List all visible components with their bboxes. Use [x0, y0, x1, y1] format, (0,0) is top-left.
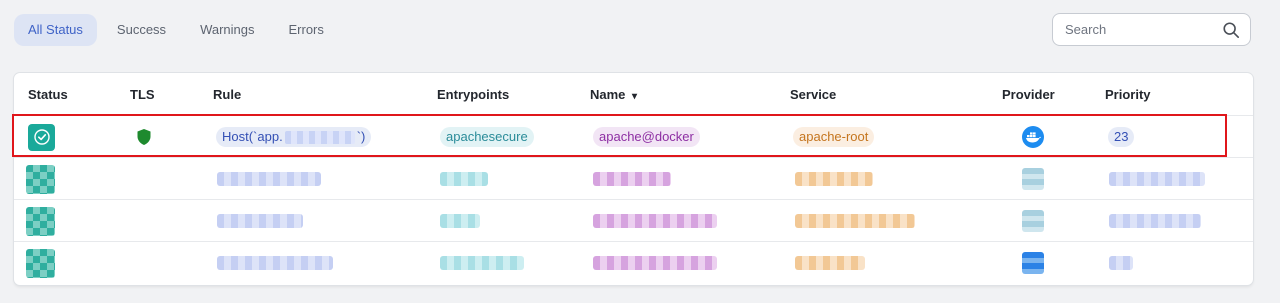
tab-all-status[interactable]: All Status: [14, 14, 97, 46]
status-filter-tabs: All Status Success Warnings Errors: [14, 14, 338, 46]
status-icon: [26, 248, 55, 278]
redacted-entrypoints: [440, 172, 488, 186]
tab-success[interactable]: Success: [103, 14, 180, 46]
redacted-name: [593, 172, 671, 186]
redacted-rule: [217, 256, 333, 270]
provider-icon: [1022, 210, 1044, 232]
redacted-text: [284, 131, 355, 145]
col-name-label: Name: [590, 87, 626, 102]
redacted-priority: [1109, 172, 1205, 186]
status-icon: [26, 164, 55, 194]
col-rule[interactable]: Rule: [213, 87, 241, 102]
status-success-icon: [28, 123, 55, 151]
redacted-rule: [217, 172, 321, 186]
routers-table: Status TLS Rule Entrypoints Name ▾ Servi…: [14, 73, 1253, 285]
priority-chip[interactable]: 23: [1108, 127, 1135, 147]
table-row[interactable]: [14, 241, 1253, 284]
search-box: [1052, 13, 1251, 46]
sort-desc-icon: ▾: [632, 91, 638, 102]
entrypoint-chip[interactable]: apachesecure: [440, 127, 534, 147]
provider-icon: [1022, 168, 1044, 190]
redacted-service: [795, 214, 915, 228]
col-service[interactable]: Service: [790, 87, 836, 102]
tls-shield-icon: [137, 129, 151, 145]
router-name-chip[interactable]: apache@docker: [593, 127, 700, 147]
redacted-rule: [217, 214, 303, 228]
col-status[interactable]: Status: [28, 87, 68, 102]
col-tls[interactable]: TLS: [130, 87, 155, 102]
redacted-priority: [1109, 214, 1201, 228]
search-input[interactable]: [1063, 21, 1217, 38]
redacted-entrypoints: [440, 214, 480, 228]
col-name[interactable]: Name ▾: [590, 87, 637, 102]
search-icon[interactable]: [1222, 21, 1240, 39]
rule-chip[interactable]: Host(`app. `): [216, 127, 372, 147]
col-priority[interactable]: Priority: [1105, 87, 1151, 102]
redacted-priority: [1109, 256, 1133, 270]
redacted-name: [593, 214, 717, 228]
redacted-service: [795, 256, 865, 270]
tab-warnings[interactable]: Warnings: [186, 14, 268, 46]
docker-provider-icon: [1022, 126, 1044, 148]
table-row[interactable]: Host(`app. `) apachesecure apache@docker …: [14, 115, 1253, 158]
tab-errors[interactable]: Errors: [275, 14, 338, 46]
table-row[interactable]: [14, 199, 1253, 242]
col-entrypoints[interactable]: Entrypoints: [437, 87, 509, 102]
redacted-service: [795, 172, 873, 186]
rule-prefix: Host(`app.: [222, 129, 283, 144]
col-provider[interactable]: Provider: [1002, 87, 1055, 102]
rule-suffix: `): [356, 129, 366, 144]
table-row[interactable]: [14, 157, 1253, 200]
redacted-entrypoints: [440, 256, 524, 270]
status-icon: [26, 206, 55, 236]
service-chip[interactable]: apache-root: [793, 127, 875, 147]
provider-icon: [1022, 252, 1044, 274]
table-header: Status TLS Rule Entrypoints Name ▾ Servi…: [14, 73, 1253, 115]
redacted-name: [593, 256, 717, 270]
